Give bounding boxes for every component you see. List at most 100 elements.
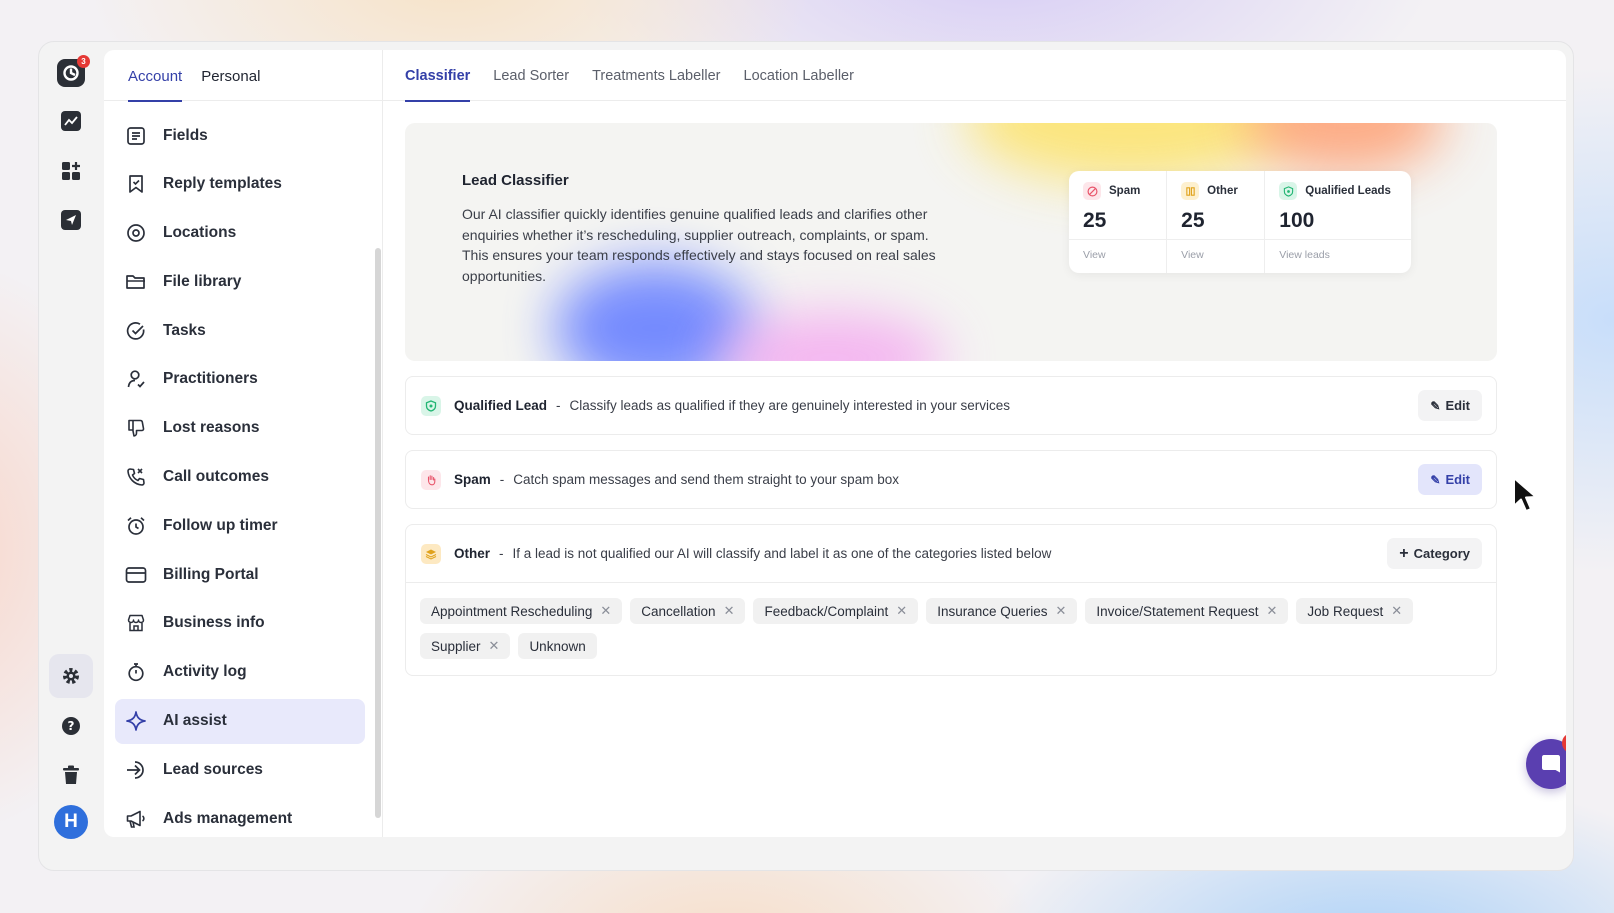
sign-in-icon bbox=[125, 759, 147, 781]
other-icon bbox=[1181, 182, 1200, 200]
content-area: Classifier Lead Sorter Treatments Labell… bbox=[383, 50, 1566, 837]
tab-lead-sorter[interactable]: Lead Sorter bbox=[493, 50, 569, 101]
tab-treatments-labeller[interactable]: Treatments Labeller bbox=[592, 50, 720, 101]
settings-menu: Fields Reply templates Locations File li… bbox=[115, 113, 365, 837]
location-icon bbox=[125, 222, 147, 244]
sidebar-item-fields[interactable]: Fields bbox=[115, 113, 365, 158]
alarm-icon bbox=[125, 515, 147, 537]
category-chip: Invoice/Statement Request ✕ bbox=[1085, 598, 1289, 624]
shield-icon bbox=[421, 395, 441, 416]
sidebar-scrollbar[interactable] bbox=[375, 248, 381, 818]
category-description: Classify leads as qualified if they are … bbox=[569, 398, 1011, 413]
sidebar-item-practitioners[interactable]: Practitioners bbox=[115, 357, 365, 402]
chat-icon bbox=[1542, 755, 1560, 773]
shield-icon bbox=[1279, 182, 1298, 200]
category-chip: Appointment Rescheduling ✕ bbox=[420, 598, 623, 624]
stat-value: 100 bbox=[1279, 209, 1315, 232]
sidebar-item-label: Follow up timer bbox=[163, 516, 278, 534]
sidebar-item-label: AI assist bbox=[163, 712, 227, 730]
store-icon bbox=[125, 612, 147, 634]
thumbs-down-icon bbox=[125, 417, 147, 439]
sidebar-item-locations[interactable]: Locations bbox=[115, 211, 365, 256]
category-chip: Insurance Queries ✕ bbox=[926, 598, 1078, 624]
sidebar-item-activity-log[interactable]: Activity log bbox=[115, 650, 365, 695]
check-circle-icon bbox=[125, 320, 147, 342]
sidebar-item-label: Reply templates bbox=[163, 175, 282, 193]
trash-icon[interactable] bbox=[49, 753, 93, 797]
svg-text:?: ? bbox=[68, 719, 75, 733]
sidebar-item-label: Business info bbox=[163, 614, 265, 632]
tab-location-labeller[interactable]: Location Labeller bbox=[744, 50, 854, 101]
sidebar-item-lead-sources[interactable]: Lead sources bbox=[115, 747, 365, 792]
sparkle-icon bbox=[125, 710, 147, 732]
category-description: If a lead is not qualified our AI will c… bbox=[512, 546, 1052, 561]
remove-chip-icon[interactable]: ✕ bbox=[600, 603, 611, 619]
megaphone-icon bbox=[125, 808, 147, 830]
remove-chip-icon[interactable]: ✕ bbox=[1391, 603, 1402, 619]
tab-classifier[interactable]: Classifier bbox=[405, 50, 471, 102]
sidebar-item-label: Fields bbox=[163, 126, 208, 144]
edit-qualified-button[interactable]: ✎ Edit bbox=[1418, 390, 1482, 421]
fields-icon bbox=[125, 125, 147, 147]
remove-chip-icon[interactable]: ✕ bbox=[1267, 603, 1278, 619]
folder-icon bbox=[125, 271, 147, 293]
sidebar-item-ai-assist[interactable]: AI assist bbox=[115, 698, 365, 744]
analytics-icon[interactable] bbox=[49, 99, 93, 143]
send-icon[interactable] bbox=[49, 198, 93, 242]
other-category-chips: Appointment Rescheduling ✕ Cancellation ✕ … bbox=[406, 582, 1496, 674]
sidebar-item-label: Locations bbox=[163, 224, 237, 242]
stat-spam: Spam 25 View bbox=[1069, 171, 1168, 273]
sidebar-item-ads-management[interactable]: Ads management bbox=[115, 796, 365, 837]
sidebar-item-label: Practitioners bbox=[163, 370, 258, 388]
bookmark-icon bbox=[125, 173, 147, 195]
stopwatch-icon bbox=[125, 661, 147, 683]
app-logo[interactable]: 3 bbox=[57, 55, 90, 87]
category-name: Spam bbox=[454, 472, 491, 487]
category-name: Qualified Lead bbox=[454, 398, 548, 413]
sidebar-item-label: Billing Portal bbox=[163, 565, 259, 583]
stat-qualified-leads: Qualified Leads 100 View leads bbox=[1265, 171, 1411, 273]
dashboard-icon[interactable] bbox=[49, 149, 93, 193]
sidebar-item-label: File library bbox=[163, 272, 242, 290]
app-window: 3 ? H Account Personal Fields Reply temp… bbox=[38, 41, 1574, 871]
remove-chip-icon[interactable]: ✕ bbox=[896, 603, 907, 619]
view-spam-link[interactable]: View bbox=[1069, 239, 1167, 270]
settings-icon[interactable] bbox=[49, 654, 93, 698]
remove-chip-icon[interactable]: ✕ bbox=[489, 638, 500, 654]
settings-sidebar: Account Personal Fields Reply templates … bbox=[104, 50, 383, 837]
remove-chip-icon[interactable]: ✕ bbox=[1056, 603, 1067, 619]
sidebar-item-call-outcomes[interactable]: Call outcomes bbox=[115, 455, 365, 500]
view-other-link[interactable]: View bbox=[1167, 239, 1265, 270]
category-separator: - bbox=[499, 472, 505, 487]
help-icon[interactable]: ? bbox=[49, 704, 93, 748]
category-separator: - bbox=[556, 398, 561, 413]
sidebar-item-follow-up-timer[interactable]: Follow up timer bbox=[115, 503, 365, 548]
category-qualified-lead: Qualified Lead - Classify leads as quali… bbox=[405, 376, 1497, 435]
plus-icon: + bbox=[1399, 544, 1409, 562]
edit-spam-button[interactable]: ✎ Edit bbox=[1418, 464, 1482, 495]
category-separator: - bbox=[499, 546, 504, 561]
category-chip: Supplier ✕ bbox=[420, 633, 511, 659]
sidebar-item-reply-templates[interactable]: Reply templates bbox=[115, 162, 365, 207]
sidebar-item-label: Activity log bbox=[163, 663, 247, 681]
sidebar-item-lost-reasons[interactable]: Lost reasons bbox=[115, 406, 365, 451]
stat-label: Other bbox=[1207, 185, 1238, 197]
sidebar-item-billing-portal[interactable]: Billing Portal bbox=[115, 552, 365, 597]
add-category-button[interactable]: + Category bbox=[1387, 538, 1482, 569]
category-name: Other bbox=[454, 546, 491, 561]
sidebar-item-tasks[interactable]: Tasks bbox=[115, 308, 365, 353]
hero-description: Our AI classifier quickly identifies gen… bbox=[462, 206, 936, 284]
sidebar-item-label: Ads management bbox=[163, 809, 293, 827]
hand-icon bbox=[421, 469, 441, 490]
avatar[interactable]: H bbox=[54, 805, 88, 839]
layers-icon bbox=[421, 543, 441, 564]
sidebar-tabs: Account Personal bbox=[104, 50, 382, 102]
sidebar-item-business-info[interactable]: Business info bbox=[115, 601, 365, 646]
category-spam: Spam - Catch spam messages and send them… bbox=[405, 450, 1497, 509]
user-icon bbox=[125, 368, 147, 390]
sidebar-item-file-library[interactable]: File library bbox=[115, 259, 365, 304]
view-leads-link[interactable]: View leads bbox=[1265, 239, 1411, 270]
remove-chip-icon[interactable]: ✕ bbox=[724, 603, 735, 619]
tab-personal[interactable]: Personal bbox=[201, 50, 260, 101]
tab-account[interactable]: Account bbox=[128, 50, 183, 102]
